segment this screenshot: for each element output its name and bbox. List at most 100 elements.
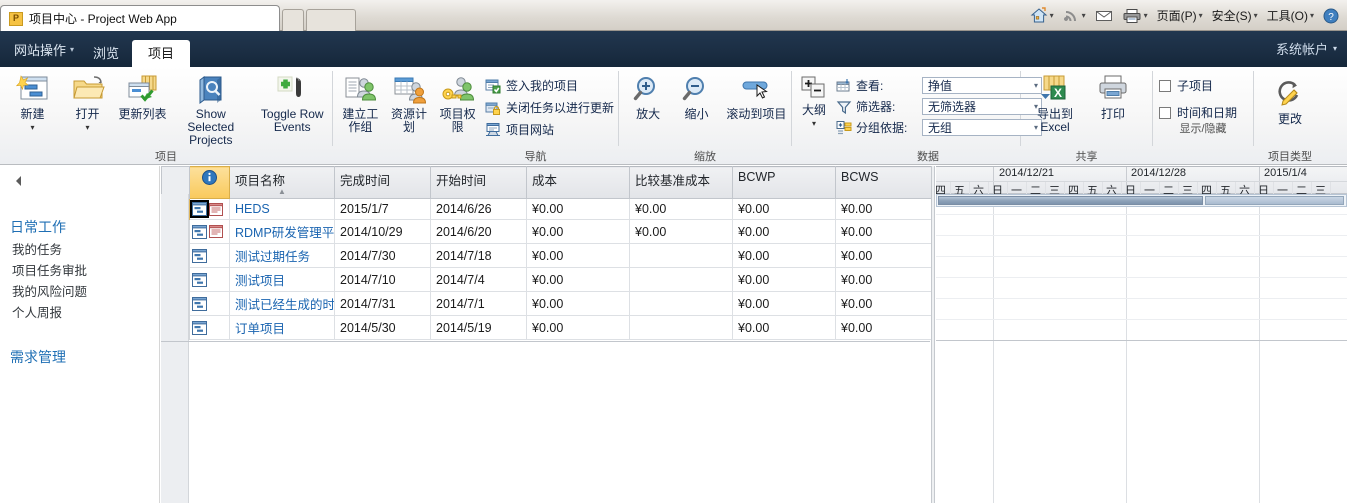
- chevron-down-icon[interactable]: ▾: [31, 124, 35, 132]
- time-and-date-label: 时间和日期: [1177, 106, 1238, 120]
- project-icon[interactable]: [192, 224, 207, 239]
- cell-project-name[interactable]: 订单项目: [229, 315, 335, 340]
- chevron-down-icon: ▾: [70, 44, 75, 54]
- subprojects-checkbox[interactable]: 子项目: [1159, 77, 1247, 94]
- print-button[interactable]: 打印: [1085, 72, 1141, 134]
- checkbox-box[interactable]: [1159, 106, 1171, 119]
- browser-tab-active[interactable]: P 项目中心 - Project Web App: [0, 5, 280, 31]
- tab-browse[interactable]: 浏览: [80, 41, 132, 67]
- new-tab-button[interactable]: [282, 9, 304, 31]
- open-project-button[interactable]: 打开 ▾: [61, 72, 114, 134]
- column-header-start[interactable]: 开始时间: [430, 166, 527, 199]
- check-in-my-projects-button[interactable]: 签入我的项目: [483, 76, 618, 95]
- resource-plan-button[interactable]: 资源计划: [386, 72, 433, 134]
- new-project-button[interactable]: 新建 ▾: [6, 72, 59, 134]
- zoom-out-button[interactable]: 缩小: [673, 72, 719, 134]
- table-row[interactable]: 测试过期任务 2014/7/30 2014/7/18 ¥0.00 ¥0.00 ¥…: [161, 243, 931, 268]
- nav-section-requirements[interactable]: 需求管理: [0, 344, 159, 370]
- home-icon[interactable]: ▾: [1026, 5, 1058, 26]
- mail-icon[interactable]: [1091, 7, 1117, 25]
- project-link[interactable]: HEDS: [235, 202, 270, 216]
- sidebar-item-task-approvals[interactable]: 项目任务审批: [0, 261, 159, 282]
- filter-icon: [836, 99, 852, 115]
- cell-start: 2014/6/20: [430, 219, 527, 244]
- page-menu[interactable]: 页面(P) ▾: [1153, 5, 1207, 26]
- column-header-bcwp[interactable]: BCWP: [732, 166, 836, 199]
- site-favicon-icon: P: [9, 11, 23, 26]
- browser-tab-placeholder[interactable]: [306, 9, 356, 31]
- project-permissions-button[interactable]: 项目权限: [434, 72, 481, 134]
- table-row[interactable]: 测试项目 2014/7/10 2014/7/4 ¥0.00 ¥0.00 ¥0.0…: [161, 267, 931, 292]
- sidebar-item-my-risk-issues[interactable]: 我的风险问题: [0, 282, 159, 303]
- project-link[interactable]: 订单项目: [235, 322, 285, 336]
- gantt-horizontal-scrollbar[interactable]: [936, 194, 1347, 207]
- project-icon[interactable]: [192, 248, 207, 263]
- tab-projects-label: 项目: [148, 46, 175, 61]
- build-team-button[interactable]: 建立工作组: [337, 72, 384, 134]
- column-header-name[interactable]: 项目名称 ▲: [229, 166, 335, 199]
- project-center-grid: 项目名称 ▲ 完成时间 开始时间 成本 比较基准成本 BCWP BCWS HED…: [161, 166, 1347, 503]
- scrollbar-track-right[interactable]: [1205, 196, 1344, 205]
- column-header-finish[interactable]: 完成时间: [334, 166, 431, 199]
- refresh-list-button[interactable]: 更新列表: [116, 72, 169, 134]
- column-header-baseline[interactable]: 比较基准成本: [629, 166, 733, 199]
- report-icon[interactable]: [209, 225, 223, 238]
- zoom-in-button[interactable]: 放大: [625, 72, 671, 134]
- project-icon[interactable]: [192, 296, 207, 311]
- close-tasks-to-update-button[interactable]: 关闭任务以进行更新: [483, 98, 618, 117]
- project-site-button[interactable]: 项目网站: [483, 120, 618, 139]
- cell-project-name[interactable]: 测试项目: [229, 267, 335, 292]
- table-row[interactable]: 订单项目 2014/5/30 2014/5/19 ¥0.00 ¥0.00 ¥0.…: [161, 315, 931, 340]
- report-icon[interactable]: [209, 202, 223, 216]
- tab-projects[interactable]: 项目: [132, 40, 191, 68]
- cell-project-name[interactable]: HEDS: [229, 198, 335, 220]
- cell-finish: 2014/5/30: [334, 315, 431, 340]
- project-link[interactable]: 测试已经生成的时: [235, 298, 334, 312]
- chevron-down-icon[interactable]: ▾: [86, 124, 90, 132]
- column-header-cost[interactable]: 成本: [526, 166, 630, 199]
- open-project-label: 打开: [75, 107, 100, 121]
- row-indicators: [189, 315, 230, 340]
- cell-project-name[interactable]: 测试过期任务: [229, 243, 335, 268]
- chevron-down-icon[interactable]: ▾: [812, 120, 816, 128]
- checkbox-box[interactable]: [1159, 79, 1171, 92]
- column-header-bcws[interactable]: BCWS: [835, 166, 931, 199]
- feeds-icon[interactable]: ▾: [1059, 6, 1090, 26]
- cell-project-name[interactable]: 测试已经生成的时: [229, 291, 335, 316]
- show-selected-projects-button[interactable]: Show Selected Projects: [171, 72, 250, 147]
- outline-button[interactable]: 大纲 ▾: [796, 72, 832, 134]
- project-link[interactable]: 测试项目: [235, 274, 285, 288]
- user-menu[interactable]: 系统帐户 ▾: [1276, 39, 1337, 58]
- scrollbar-thumb[interactable]: [938, 196, 1203, 205]
- pane-splitter[interactable]: [931, 166, 935, 503]
- project-icon[interactable]: [192, 272, 207, 287]
- scroll-to-project-button[interactable]: 滚动到项目: [722, 72, 791, 134]
- project-link[interactable]: 测试过期任务: [235, 250, 310, 264]
- project-icon[interactable]: [192, 320, 207, 335]
- collapse-nav-icon[interactable]: [12, 174, 26, 188]
- project-link[interactable]: RDMP研发管理平台: [235, 226, 334, 240]
- nav-section-daily-work[interactable]: 日常工作: [0, 214, 159, 240]
- tools-menu[interactable]: 工具(O) ▾: [1263, 5, 1318, 26]
- export-to-excel-button[interactable]: X 导出到 Excel: [1027, 72, 1083, 134]
- indicator-column-header[interactable]: [189, 166, 230, 199]
- cell-cost: ¥0.00: [526, 291, 630, 316]
- toggle-row-events-button[interactable]: Toggle Row Events: [253, 72, 332, 134]
- help-icon[interactable]: ?: [1319, 6, 1343, 26]
- table-row[interactable]: HEDS 2015/1/7 2014/6/26 ¥0.00 ¥0.00 ¥0.0…: [161, 198, 931, 220]
- site-actions-menu[interactable]: 网站操作 ▾: [8, 38, 80, 60]
- change-project-type-button[interactable]: 更改: [1262, 77, 1318, 139]
- table-row[interactable]: RDMP研发管理平台 2014/10/29 2014/6/20 ¥0.00 ¥0…: [161, 219, 931, 244]
- safety-menu[interactable]: 安全(S) ▾: [1208, 5, 1262, 26]
- build-team-label: 建立工作组: [342, 107, 379, 134]
- table-row[interactable]: 测试已经生成的时 2014/7/31 2014/7/1 ¥0.00 ¥0.00 …: [161, 291, 931, 316]
- print-icon[interactable]: ▾: [1118, 6, 1152, 26]
- project-icon[interactable]: [190, 200, 209, 218]
- change-project-type-label: 更改: [1277, 112, 1302, 126]
- sidebar-item-weekly-report[interactable]: 个人周报: [0, 303, 159, 324]
- view-icon: [836, 78, 852, 94]
- time-and-date-checkbox[interactable]: 时间和日期: [1159, 104, 1247, 121]
- sidebar-item-my-tasks[interactable]: 我的任务: [0, 240, 159, 261]
- cell-project-name[interactable]: RDMP研发管理平台: [229, 219, 335, 244]
- row-header-gutter: [161, 194, 189, 503]
